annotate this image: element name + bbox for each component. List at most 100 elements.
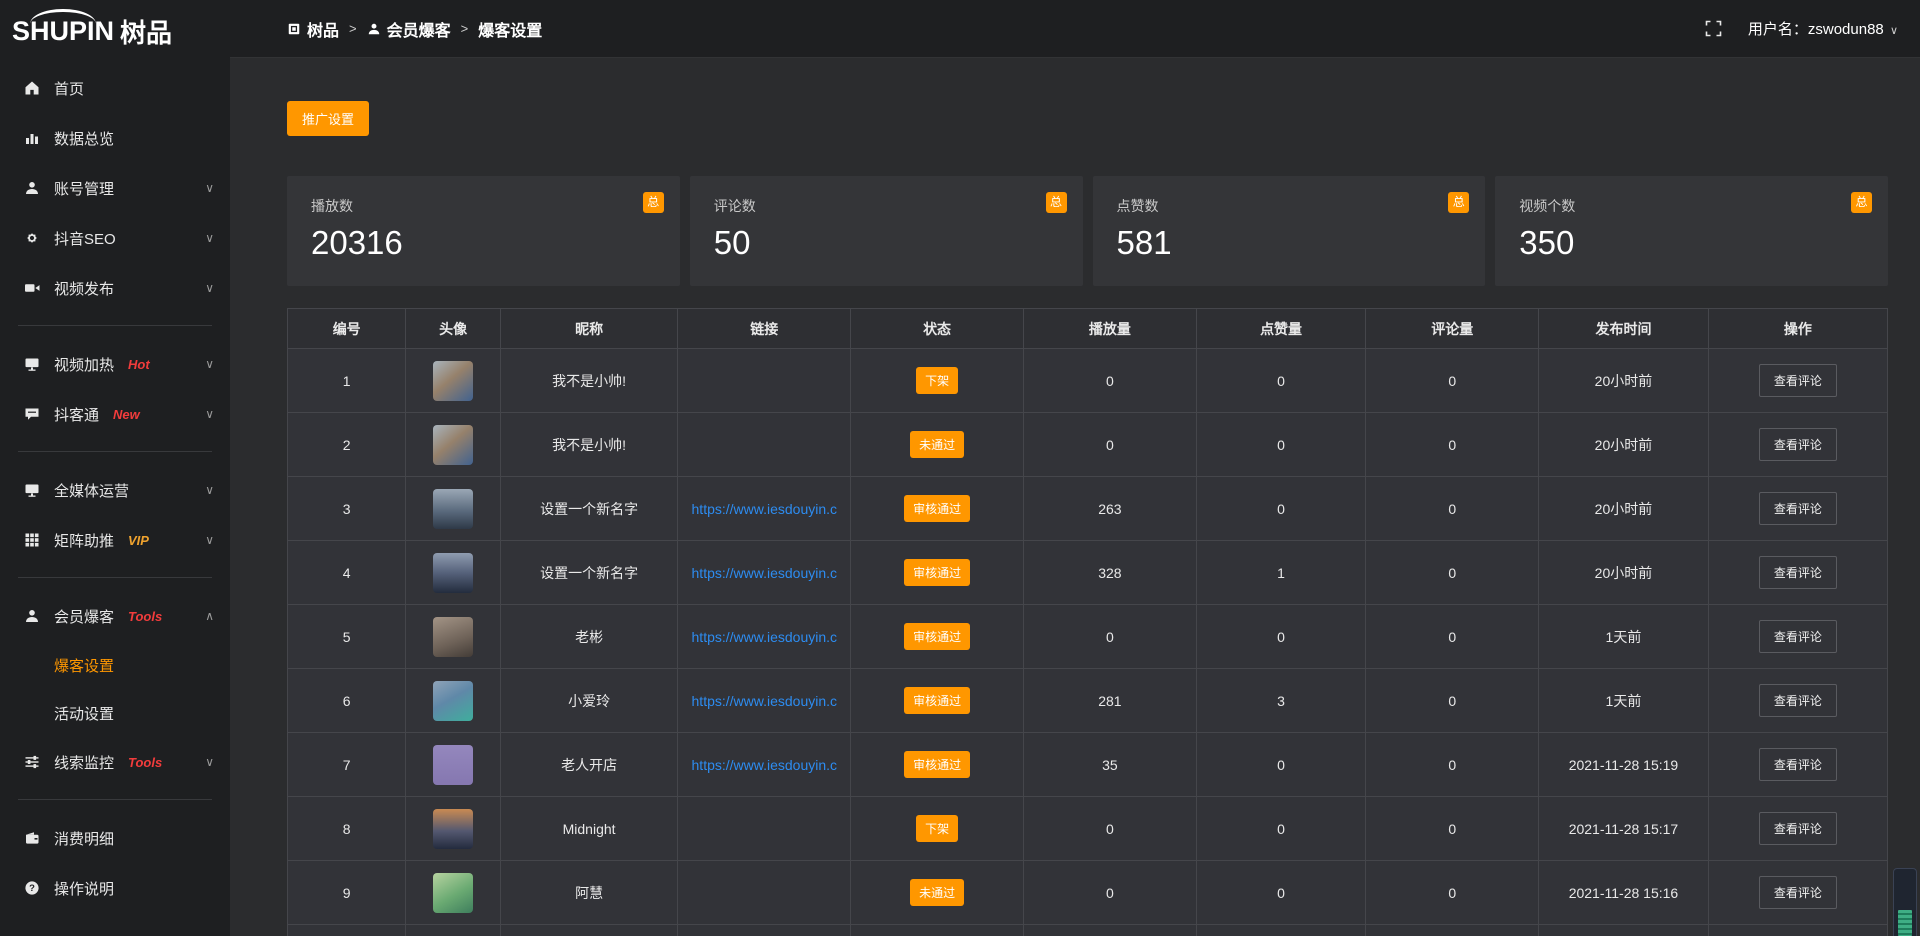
cell-nickname: 设置一个新名字: [500, 541, 678, 605]
cell-status: [851, 925, 1024, 936]
cell-avatar: [406, 925, 500, 936]
breadcrumb-item-member-baoke[interactable]: 会员爆客: [367, 17, 451, 41]
cell-id: 4: [288, 541, 406, 605]
cell-nickname: Midnight: [500, 797, 678, 861]
logo[interactable]: SHUPIN 树品: [0, 0, 230, 63]
sidebar-item-member-baoke[interactable]: 会员爆客Tools∧: [0, 591, 230, 641]
sidebar-subitem-activity-settings[interactable]: 活动设置: [0, 689, 230, 737]
breadcrumb-item-baoke-settings[interactable]: 爆客设置: [478, 17, 542, 41]
cell-comments: 0: [1366, 733, 1539, 797]
video-link[interactable]: https://www.iesdouyin.c: [678, 501, 850, 517]
cell-link: [678, 797, 851, 861]
sidebar-item-label: 首页: [54, 78, 84, 99]
cell-link: [678, 925, 851, 936]
cell-comments: 0: [1366, 541, 1539, 605]
sidebar-divider: [18, 799, 212, 800]
cell-likes: [1196, 925, 1366, 936]
cell-id: [288, 925, 406, 936]
cell-comments: 0: [1366, 605, 1539, 669]
avatar: [433, 745, 473, 785]
cell-time: 1天前: [1539, 605, 1709, 669]
column-header: 状态: [851, 309, 1024, 349]
video-link[interactable]: https://www.iesdouyin.c: [678, 565, 850, 581]
logo-text-en: SHUPIN: [12, 16, 114, 47]
sidebar-item-clue-monitor[interactable]: 线索监控Tools∨: [0, 737, 230, 787]
svg-text:?: ?: [29, 883, 35, 894]
sidebar-item-matrix-boost[interactable]: 矩阵助推VIP∨: [0, 515, 230, 565]
view-comments-button[interactable]: 查看评论: [1759, 684, 1837, 717]
cell-time: 20小时前: [1539, 477, 1709, 541]
chevron-down-icon: ∨: [205, 533, 214, 547]
floating-scroll-widget[interactable]: [1893, 868, 1917, 936]
cell-plays: 0: [1023, 413, 1196, 477]
fullscreen-icon[interactable]: [1705, 20, 1722, 37]
status-badge: 下架: [916, 815, 958, 842]
column-header: 操作: [1708, 309, 1887, 349]
video-link[interactable]: https://www.iesdouyin.c: [678, 757, 850, 773]
stat-value: 581: [1117, 224, 1462, 262]
column-header: 昵称: [500, 309, 678, 349]
view-comments-button[interactable]: 查看评论: [1759, 748, 1837, 781]
sidebar-divider: [18, 577, 212, 578]
cell-id: 6: [288, 669, 406, 733]
cell-link: [678, 413, 851, 477]
logo-text-cn: 树品: [120, 13, 172, 50]
user-icon: [367, 22, 381, 36]
cell-avatar: [406, 861, 500, 925]
sidebar-item-video-publish[interactable]: 视频发布∨: [0, 263, 230, 313]
stat-label: 播放数: [311, 196, 656, 216]
cell-id: 3: [288, 477, 406, 541]
chevron-down-icon: ∨: [205, 483, 214, 497]
sidebar-subitem-baoke-settings[interactable]: 爆客设置: [0, 641, 230, 689]
view-comments-button[interactable]: 查看评论: [1759, 428, 1837, 461]
cell-plays: 281: [1023, 669, 1196, 733]
cell-time: 20小时前: [1539, 541, 1709, 605]
cell-time: 2021-11-28 15:16: [1539, 861, 1709, 925]
sidebar-item-all-media-operation[interactable]: 全媒体运营∨: [0, 465, 230, 515]
view-comments-button[interactable]: 查看评论: [1759, 876, 1837, 909]
sidebar-item-label: 操作说明: [54, 878, 114, 899]
total-badge: 总: [1851, 192, 1872, 213]
sidebar-item-douyin-seo[interactable]: 抖音SEO∨: [0, 213, 230, 263]
sidebar-item-consumption-detail[interactable]: 消费明细: [0, 813, 230, 863]
comment-icon: [24, 406, 40, 422]
view-comments-button[interactable]: 查看评论: [1759, 812, 1837, 845]
view-comments-button[interactable]: 查看评论: [1759, 364, 1837, 397]
stat-card-0: 播放数20316总: [287, 176, 680, 286]
stat-card-2: 点赞数581总: [1093, 176, 1486, 286]
cell-likes: 0: [1196, 861, 1366, 925]
sidebar-item-label: 视频加热: [54, 354, 114, 375]
username-label: 用户名：: [1748, 21, 1808, 38]
chevron-down-icon: ∨: [205, 281, 214, 295]
cell-avatar: [406, 605, 500, 669]
video-link[interactable]: https://www.iesdouyin.c: [678, 629, 850, 645]
cell-id: 2: [288, 413, 406, 477]
sidebar-item-data-overview[interactable]: 数据总览: [0, 113, 230, 163]
sidebar-item-video-heating[interactable]: 视频加热Hot∨: [0, 339, 230, 389]
video-link[interactable]: https://www.iesdouyin.c: [678, 693, 850, 709]
topbar: 树品 > 会员爆客 > 爆客设置 用户名：zswodun88 ∨: [230, 0, 1920, 58]
sidebar-item-douketong[interactable]: 抖客通New∨: [0, 389, 230, 439]
sidebar-item-operation-guide[interactable]: ? 操作说明: [0, 863, 230, 913]
main-content: 推广设置 播放数20316总评论数50总点赞数581总视频个数350总 编号头像…: [230, 58, 1920, 936]
user-menu[interactable]: 用户名：zswodun88 ∨: [1748, 18, 1898, 39]
breadcrumb-item-shupin[interactable]: 树品: [287, 17, 339, 41]
cell-action: 查看评论: [1708, 669, 1887, 733]
cell-link: https://www.iesdouyin.c: [678, 477, 851, 541]
green-bars-icon: [1898, 910, 1912, 936]
sidebar-item-home[interactable]: 首页: [0, 63, 230, 113]
stat-label: 点赞数: [1117, 196, 1462, 216]
total-badge: 总: [1046, 192, 1067, 213]
cell-link: https://www.iesdouyin.c: [678, 669, 851, 733]
sidebar-item-label: 线索监控: [54, 752, 114, 773]
cell-action: 查看评论: [1708, 605, 1887, 669]
sidebar-item-tag: Hot: [128, 357, 150, 372]
promo-settings-button[interactable]: 推广设置: [287, 101, 369, 136]
avatar: [433, 361, 473, 401]
view-comments-button[interactable]: 查看评论: [1759, 556, 1837, 589]
view-comments-button[interactable]: 查看评论: [1759, 492, 1837, 525]
sidebar-item-account-management[interactable]: 账号管理∨: [0, 163, 230, 213]
cell-link: https://www.iesdouyin.c: [678, 733, 851, 797]
table-row: 3设置一个新名字https://www.iesdouyin.c审核通过26300…: [288, 477, 1888, 541]
view-comments-button[interactable]: 查看评论: [1759, 620, 1837, 653]
